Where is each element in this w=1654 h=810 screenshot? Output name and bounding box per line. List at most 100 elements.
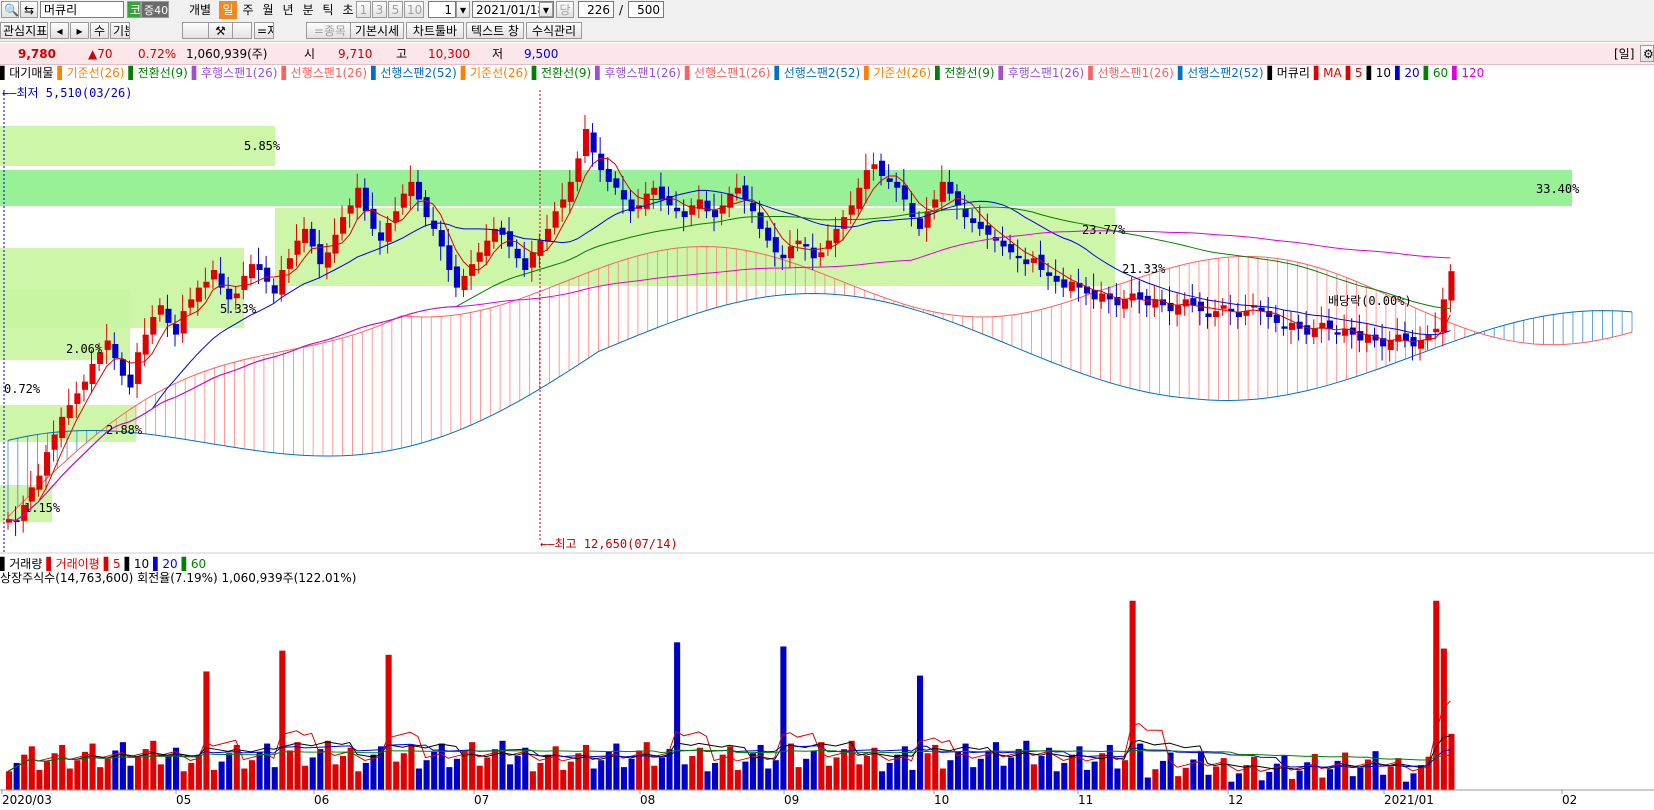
zone-pct-label: 5.33% xyxy=(220,302,257,316)
legend-item[interactable]: 선행스팬2(52) xyxy=(380,66,456,80)
legend-item[interactable]: 전환선(9) xyxy=(944,66,994,80)
volume-bar xyxy=(264,743,271,790)
volume-bar xyxy=(1281,755,1288,790)
legend-item[interactable]: 전환선(9) xyxy=(138,66,188,80)
quote-bar: 9,780 ▲70 0.72% 1,060,939(주) 시 9,710 고 1… xyxy=(0,43,1654,65)
candle xyxy=(1243,311,1250,316)
legend-item[interactable]: 60 xyxy=(1433,66,1448,80)
unit-button[interactable]: 당 xyxy=(556,1,574,18)
legend-marker-icon: ▌ xyxy=(1345,66,1355,80)
swap-icon[interactable]: ⇆ xyxy=(20,1,38,18)
legend-item[interactable]: 10 xyxy=(1376,66,1391,80)
period-tab[interactable]: 개별 xyxy=(183,1,217,19)
volume-bar xyxy=(302,765,309,790)
indicator-eq-button[interactable]: =지표 xyxy=(254,22,274,39)
stock-eq-button[interactable]: =종목 xyxy=(306,22,354,39)
legend-item[interactable]: 대기매물 xyxy=(9,66,53,80)
candle xyxy=(1068,281,1075,292)
volume-bar xyxy=(226,753,233,790)
legend-item[interactable]: 선행스팬1(26) xyxy=(694,66,770,80)
legend-item[interactable]: 거래이평 xyxy=(56,557,100,571)
volume-bar xyxy=(135,757,142,790)
legend-item[interactable]: 후행스팬1(26) xyxy=(201,66,277,80)
legend-item[interactable]: 5 xyxy=(113,557,121,571)
indicator-button[interactable]: 관심지표 xyxy=(0,22,48,39)
manual-button[interactable]: 수 xyxy=(90,22,109,39)
legend-item[interactable]: MA xyxy=(1323,66,1342,80)
interval-button[interactable]: 5 xyxy=(388,1,403,18)
candle xyxy=(36,475,43,490)
period-tab[interactable]: 초 xyxy=(339,1,357,19)
candle xyxy=(112,344,119,359)
wrench-icon[interactable]: ⚒ xyxy=(208,22,233,39)
legend-marker-icon: ▌ xyxy=(684,66,695,80)
search-icon[interactable]: 🔍 xyxy=(1,1,19,18)
basic-chart-button[interactable]: 기본차트 xyxy=(110,22,130,39)
legend-item[interactable]: 10 xyxy=(134,557,149,571)
legend-item[interactable]: 선행스팬1(26) xyxy=(291,66,367,80)
volume-bar xyxy=(598,760,605,790)
candle xyxy=(28,487,35,502)
volume-bar xyxy=(1000,765,1007,790)
legend-item[interactable]: 선행스팬2(52) xyxy=(784,66,860,80)
volume-bar xyxy=(1319,777,1326,790)
candle xyxy=(795,240,802,245)
candle xyxy=(780,254,787,259)
legend-item[interactable]: 후행스팬1(26) xyxy=(604,66,680,80)
legend-item[interactable]: 전환선(9) xyxy=(541,66,591,80)
candle xyxy=(1418,340,1425,349)
legend-item[interactable]: 후행스팬1(26) xyxy=(1008,66,1084,80)
candle xyxy=(620,190,628,200)
volume-bar xyxy=(643,742,650,790)
legend-item[interactable]: 기준선(26) xyxy=(470,66,528,80)
volume-bar xyxy=(833,757,840,790)
legend-item[interactable]: 120 xyxy=(1461,66,1484,80)
interval-input[interactable]: 1 xyxy=(428,1,456,18)
formula-button[interactable]: 수식관리 xyxy=(526,22,582,39)
legend-item[interactable]: 선행스팬1(26) xyxy=(1097,66,1173,80)
period-tab[interactable]: 년 xyxy=(279,1,297,19)
period-tab[interactable]: 주 xyxy=(239,1,257,19)
legend-item[interactable]: 60 xyxy=(191,557,206,571)
legend-item[interactable]: 20 xyxy=(162,557,177,571)
text-window-button[interactable]: 텍스트 창 xyxy=(466,22,524,39)
interval-button[interactable]: 3 xyxy=(372,1,387,18)
basic-quote-button[interactable]: 기본시세 xyxy=(350,22,404,39)
candle xyxy=(355,187,362,208)
volume-bar xyxy=(1228,781,1235,790)
next-button[interactable]: ▸ xyxy=(70,22,89,39)
candle xyxy=(484,240,491,256)
legend-item[interactable]: 기준선(26) xyxy=(67,66,125,80)
period-tab[interactable]: 월 xyxy=(259,1,277,19)
chart-toolbar-button[interactable]: 차트툴바 xyxy=(406,22,464,39)
chevron-down-icon[interactable]: ▾ xyxy=(456,1,470,18)
legend-item[interactable]: 거래량 xyxy=(9,557,42,571)
period-tab[interactable]: 틱 xyxy=(319,1,337,19)
volume-bar xyxy=(1038,756,1045,790)
period-tab[interactable]: 일 xyxy=(219,1,237,19)
legend-item[interactable]: 기준선(26) xyxy=(873,66,931,80)
legend-item[interactable]: 머큐리 xyxy=(1277,66,1310,80)
price-legend: ▌대기매물 ▌기준선(26) ▌전환선(9) ▌후행스팬1(26) ▌선행스팬1(26)… xyxy=(0,65,1488,81)
interval-button[interactable]: 10 xyxy=(404,1,424,18)
prev-button[interactable]: ◂ xyxy=(50,22,69,39)
candle xyxy=(408,181,415,196)
leading-span2-line xyxy=(7,293,1633,457)
period-tab[interactable]: 분 xyxy=(299,1,317,19)
candle xyxy=(43,452,51,476)
grade-badge: 증40 xyxy=(141,1,169,18)
volume-bar xyxy=(256,751,263,790)
interval-button[interactable]: 1 xyxy=(356,1,371,18)
legend-marker-icon: ▌ xyxy=(935,66,945,80)
legend-item[interactable]: 선행스팬2(52) xyxy=(1187,66,1263,80)
calendar-dropdown-icon[interactable]: ▾ xyxy=(539,2,553,17)
count-input[interactable]: 226 xyxy=(578,1,614,18)
total-input[interactable]: 500 xyxy=(628,1,664,18)
stock-name-input[interactable]: 머큐리 xyxy=(40,1,124,18)
candle xyxy=(119,359,126,376)
volume-bar xyxy=(279,650,286,790)
legend-item[interactable]: 20 xyxy=(1404,66,1419,80)
candle xyxy=(89,364,96,384)
settings-icon[interactable]: ⚙ xyxy=(1640,45,1654,62)
legend-item[interactable]: 5 xyxy=(1355,66,1363,80)
